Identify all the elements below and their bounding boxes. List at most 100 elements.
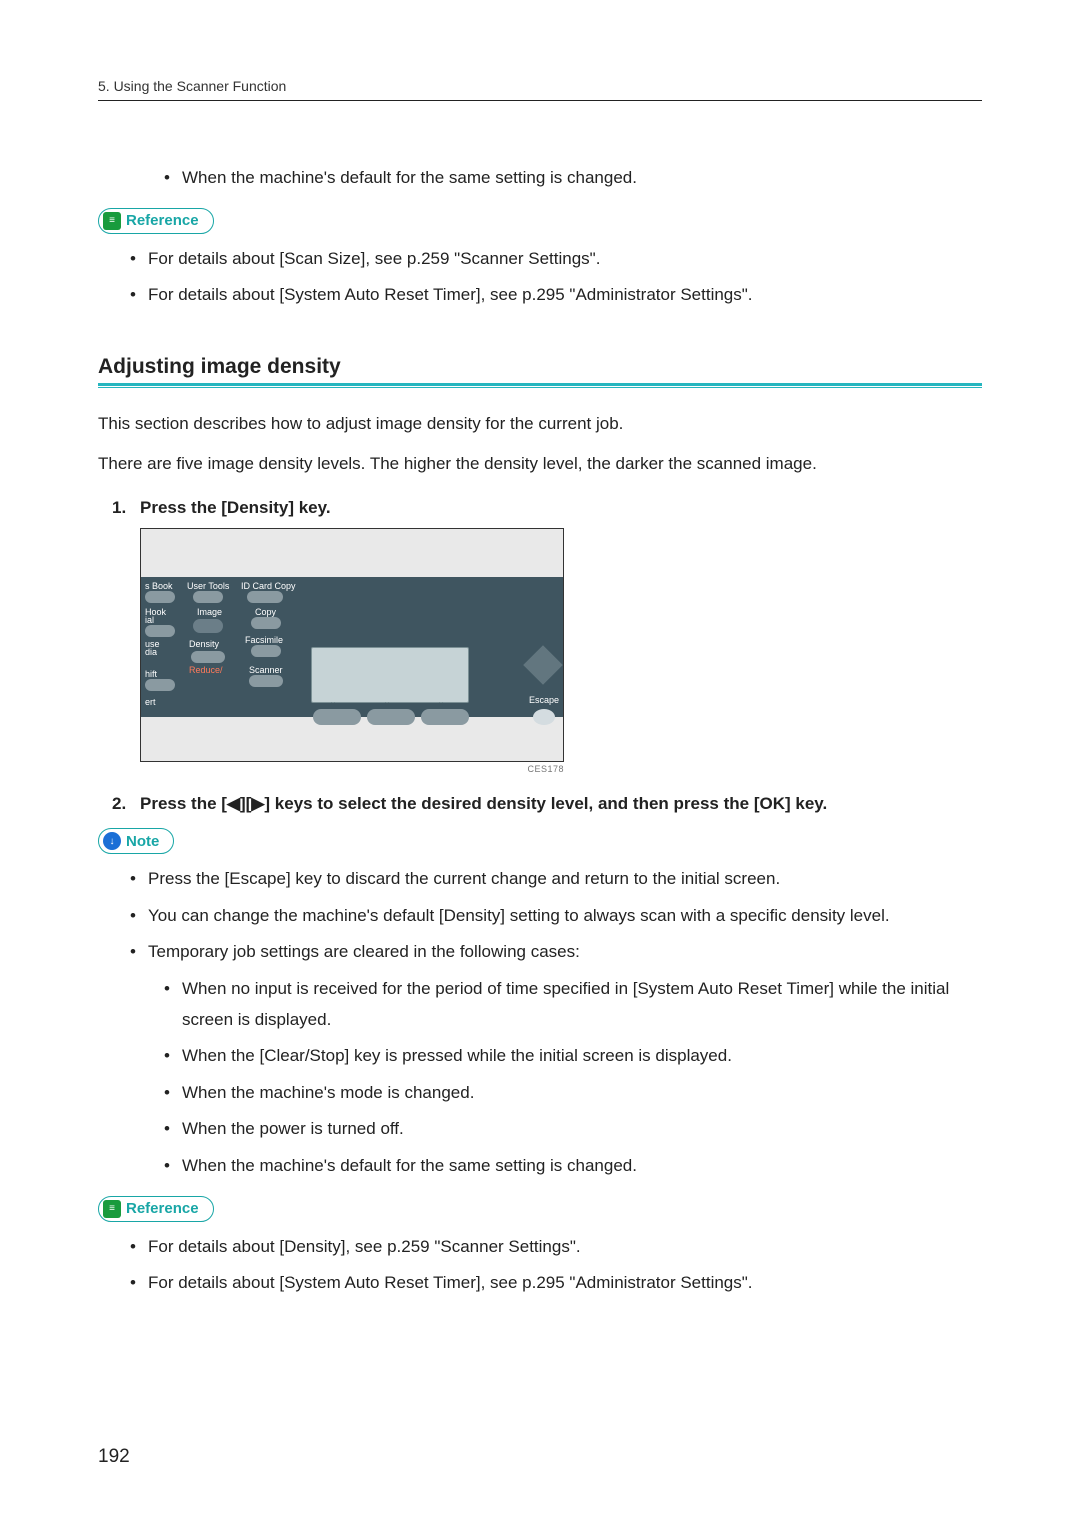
header-rule bbox=[98, 100, 982, 101]
note-list: •Press the [Escape] key to discard the c… bbox=[98, 864, 982, 968]
reference-callout: ≡ Reference bbox=[98, 208, 982, 234]
step-2: 2. Press the [◀][▶] keys to select the d… bbox=[112, 794, 982, 814]
bullet-dot: • bbox=[164, 1151, 182, 1182]
chevron-down-icon: ⌄ bbox=[437, 697, 445, 708]
fig-label: dia bbox=[145, 647, 157, 657]
bullet-dot: • bbox=[130, 937, 148, 968]
fig-button bbox=[249, 675, 283, 687]
fig-label: Image bbox=[197, 607, 222, 617]
list-item: •When no input is received for the perio… bbox=[164, 974, 982, 1035]
bullet-dot: • bbox=[130, 1268, 148, 1299]
bullet-dot: • bbox=[164, 1078, 182, 1109]
control-panel-figure: s Book User Tools ID Card Copy Hook ial … bbox=[140, 528, 564, 762]
list-text: When the [Clear/Stop] key is pressed whi… bbox=[182, 1041, 732, 1072]
text-fragment: ] keys to select the desired density lev… bbox=[264, 794, 827, 813]
list-item: •When the [Clear/Stop] key is pressed wh… bbox=[164, 1041, 982, 1072]
bullet-dot: • bbox=[130, 901, 148, 932]
fig-label: User Tools bbox=[187, 581, 229, 591]
figure-wrap: s Book User Tools ID Card Copy Hook ial … bbox=[140, 528, 982, 774]
note-callout: ↓ Note bbox=[98, 828, 982, 854]
callout-label: Reference bbox=[126, 212, 199, 229]
list-text: When the power is turned off. bbox=[182, 1114, 404, 1145]
triangle-right-icon: ▶ bbox=[251, 794, 264, 813]
figure-code: CES178 bbox=[140, 764, 564, 774]
fig-nav-dial bbox=[523, 645, 563, 685]
callout-pill: ≡ Reference bbox=[98, 208, 214, 234]
list-text: For details about [System Auto Reset Tim… bbox=[148, 1268, 753, 1299]
fig-label: ial bbox=[145, 615, 154, 625]
fig-label: Density bbox=[189, 639, 219, 649]
fig-label: Reduce/ bbox=[189, 665, 223, 675]
fig-button bbox=[251, 617, 281, 629]
callout-label: Reference bbox=[126, 1200, 199, 1217]
fig-button bbox=[193, 591, 223, 603]
text-fragment: ][ bbox=[240, 794, 251, 813]
step-number: 2. bbox=[112, 794, 140, 814]
reference-list-1: •For details about [Scan Size], see p.25… bbox=[98, 244, 982, 311]
arrow-down-icon: ↓ bbox=[103, 832, 121, 850]
section-rule bbox=[98, 383, 982, 389]
list-item: •When the power is turned off. bbox=[164, 1114, 982, 1145]
list-text: Temporary job settings are cleared in th… bbox=[148, 937, 580, 968]
list-item: •When the machine's default for the same… bbox=[164, 1151, 982, 1182]
list-item: •Temporary job settings are cleared in t… bbox=[130, 937, 982, 968]
list-text: For details about [System Auto Reset Tim… bbox=[148, 280, 753, 311]
fig-button bbox=[193, 619, 223, 633]
triangle-left-icon: ◀ bbox=[227, 794, 240, 813]
list-text: For details about [Scan Size], see p.259… bbox=[148, 244, 600, 275]
list-item: •For details about [System Auto Reset Ti… bbox=[130, 280, 982, 311]
list-item: • When the machine's default for the sam… bbox=[164, 163, 982, 194]
section-heading: Adjusting image density bbox=[98, 355, 982, 379]
page: 5. Using the Scanner Function • When the… bbox=[0, 0, 1080, 1532]
fig-button bbox=[251, 645, 281, 657]
bullet-dot: • bbox=[130, 280, 148, 311]
step-number: 1. bbox=[112, 498, 140, 518]
figure-panel: s Book User Tools ID Card Copy Hook ial … bbox=[141, 577, 563, 717]
fig-softkey bbox=[313, 709, 361, 725]
figure-bezel-top bbox=[141, 529, 563, 577]
list-icon: ≡ bbox=[103, 1200, 121, 1218]
bullet-dot: • bbox=[164, 163, 182, 194]
callout-label: Note bbox=[126, 833, 159, 850]
chevron-down-icon: ⌄ bbox=[329, 697, 337, 708]
list-item: •Press the [Escape] key to discard the c… bbox=[130, 864, 982, 895]
list-item: •When the machine's mode is changed. bbox=[164, 1078, 982, 1109]
bullet-dot: • bbox=[164, 1114, 182, 1145]
fig-button bbox=[145, 625, 175, 637]
step-text: Press the [◀][▶] keys to select the desi… bbox=[140, 794, 827, 814]
bullet-dot: • bbox=[130, 864, 148, 895]
list-item: •For details about [Density], see p.259 … bbox=[130, 1232, 982, 1263]
paragraph: This section describes how to adjust ima… bbox=[98, 409, 982, 439]
list-item: •For details about [Scan Size], see p.25… bbox=[130, 244, 982, 275]
callout-pill: ≡ Reference bbox=[98, 1196, 214, 1222]
fig-label: Copy bbox=[255, 607, 276, 617]
bullet-dot: • bbox=[130, 1232, 148, 1263]
reference-list-2: •For details about [Density], see p.259 … bbox=[98, 1232, 982, 1299]
fig-label: hift bbox=[145, 669, 157, 679]
reference-callout: ≡ Reference bbox=[98, 1196, 982, 1222]
fig-label: s Book bbox=[145, 581, 173, 591]
list-item: •You can change the machine's default [D… bbox=[130, 901, 982, 932]
list-text: When the machine's mode is changed. bbox=[182, 1078, 474, 1109]
bullet-dot: • bbox=[130, 244, 148, 275]
fig-button bbox=[145, 591, 175, 603]
fig-label: Scanner bbox=[249, 665, 283, 675]
chevron-down-icon: ⌄ bbox=[383, 697, 391, 708]
list-text: Press the [Escape] key to discard the cu… bbox=[148, 864, 780, 895]
callout-pill: ↓ Note bbox=[98, 828, 174, 854]
list-text: When the machine's default for the same … bbox=[182, 163, 637, 194]
list-icon: ≡ bbox=[103, 212, 121, 230]
fig-softkey bbox=[367, 709, 415, 725]
note-sublist: •When no input is received for the perio… bbox=[98, 974, 982, 1182]
page-number: 192 bbox=[98, 1446, 130, 1468]
intro-sublist: • When the machine's default for the sam… bbox=[98, 163, 982, 194]
list-text: For details about [Density], see p.259 "… bbox=[148, 1232, 581, 1263]
fig-softkey bbox=[421, 709, 469, 725]
list-item: •For details about [System Auto Reset Ti… bbox=[130, 1268, 982, 1299]
fig-label: ID Card Copy bbox=[241, 581, 296, 591]
bullet-dot: • bbox=[164, 1041, 182, 1072]
fig-label: Escape bbox=[529, 695, 559, 705]
list-text: You can change the machine's default [De… bbox=[148, 901, 890, 932]
fig-density-button bbox=[191, 651, 225, 663]
running-head: 5. Using the Scanner Function bbox=[98, 78, 982, 94]
